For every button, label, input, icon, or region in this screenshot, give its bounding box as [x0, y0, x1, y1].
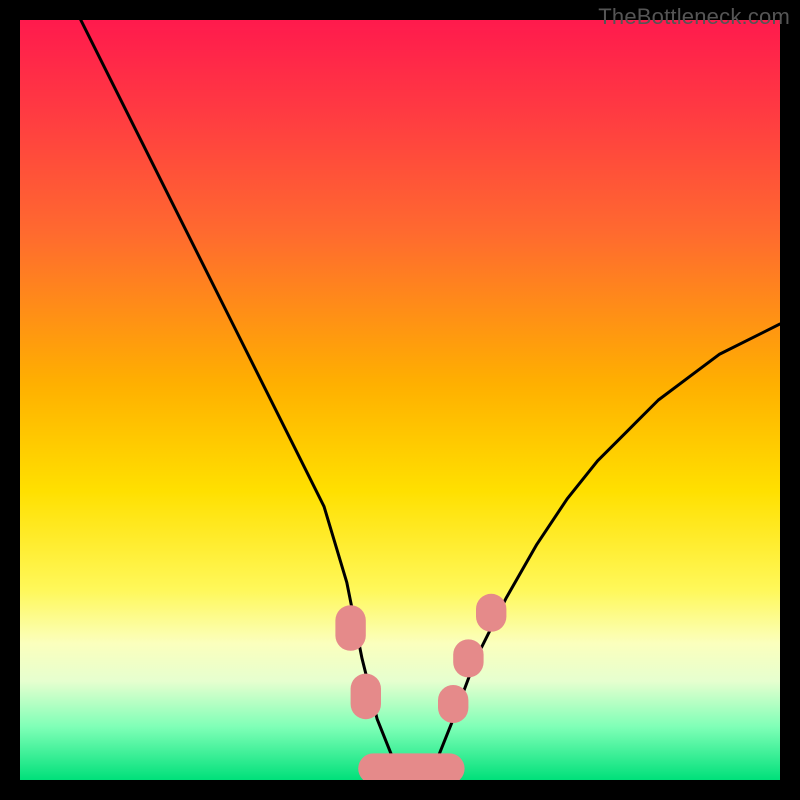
- marker-right-upper: [476, 594, 506, 632]
- marker-left-lower: [351, 674, 381, 720]
- marker-left-upper: [335, 605, 365, 651]
- marker-right-mid: [453, 639, 483, 677]
- plot-svg: [20, 20, 780, 780]
- marker-bottom-bar: [358, 753, 464, 780]
- markers-group: [335, 594, 506, 780]
- marker-right-lower: [438, 685, 468, 723]
- chart-stage: TheBottleneck.com: [0, 0, 800, 800]
- curve-path: [81, 20, 780, 772]
- curve-line: [81, 20, 780, 772]
